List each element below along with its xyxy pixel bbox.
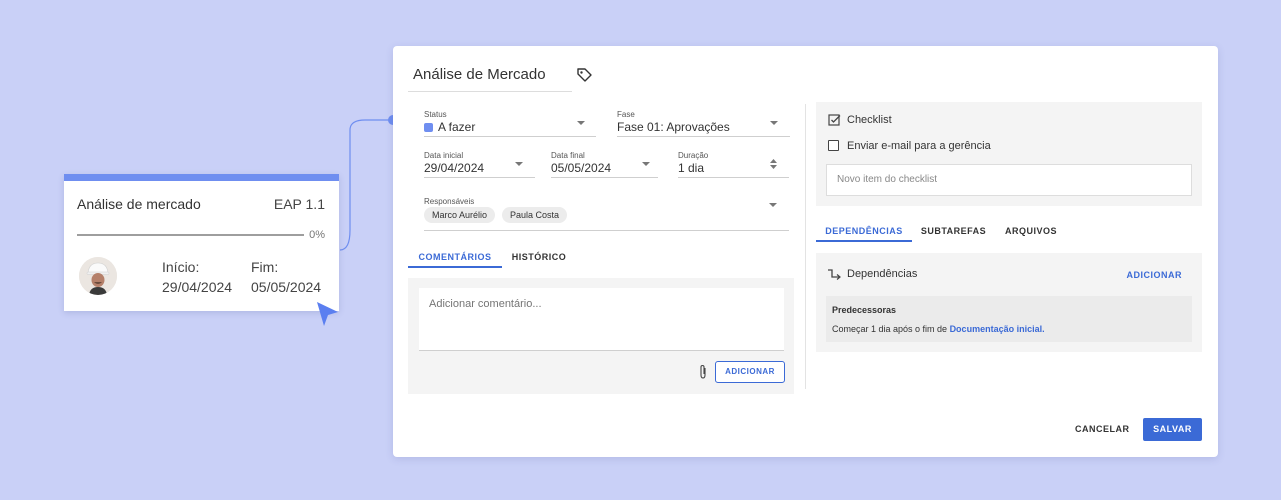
status-label: Status [424, 110, 447, 119]
task-title-field[interactable]: Análise de Mercado [408, 58, 572, 92]
stepper-icon[interactable] [770, 159, 777, 169]
column-divider [805, 104, 806, 389]
cancel-button[interactable]: CANCELAR [1075, 424, 1130, 434]
predecessors-title: Predecessoras [832, 305, 897, 315]
chevron-down-icon [577, 121, 585, 125]
person-chip[interactable]: Paula Costa [502, 207, 568, 223]
end-date-label: Data final [551, 151, 585, 160]
predecessor-text: Começar 1 dia após o fim de Documentação… [832, 324, 1045, 334]
responsibles-label: Responsáveis [424, 197, 475, 206]
dependencies-panel: Dependências ADICIONAR Predecessoras Com… [816, 253, 1202, 352]
progress-percent: 0% [309, 229, 325, 241]
checklist-item-label: Enviar e-mail para a gerência [847, 140, 991, 152]
checklist-panel: Checklist Enviar e-mail para a gerência … [816, 102, 1202, 206]
phase-select[interactable]: Fase Fase 01: Aprovações [617, 110, 790, 137]
paperclip-icon[interactable] [697, 364, 709, 380]
card-title: Análise de mercado [77, 196, 201, 212]
tab-subtasks[interactable]: SUBTAREFAS [917, 226, 990, 242]
task-modal: Análise de Mercado Status A fazer Fase F… [393, 46, 1218, 457]
tab-dependencies[interactable]: DEPENDÊNCIAS [816, 226, 912, 242]
chevron-down-icon [515, 162, 523, 166]
end-date-field[interactable]: Data final 05/05/2024 [551, 151, 658, 178]
worker-avatar-icon [79, 257, 117, 295]
phase-label: Fase [617, 110, 635, 119]
duration-value: 1 dia [678, 161, 705, 175]
comment-input[interactable] [419, 288, 784, 351]
tab-history[interactable]: HISTÓRICO [508, 252, 570, 268]
start-date-label: Data inicial [424, 151, 464, 160]
add-comment-button[interactable]: ADICIONAR [715, 361, 785, 383]
start-date-field[interactable]: Data inicial 29/04/2024 [424, 151, 535, 178]
add-dependency-button[interactable]: ADICIONAR [1127, 270, 1183, 280]
tag-icon[interactable] [576, 67, 592, 83]
tab-files[interactable]: ARQUIVOS [1001, 226, 1061, 242]
chevron-down-icon [642, 162, 650, 166]
comments-panel: ADICIONAR [408, 278, 794, 394]
status-select[interactable]: Status A fazer [424, 110, 596, 137]
checklist-title: Checklist [847, 114, 892, 126]
checklist-checkbox[interactable] [828, 140, 839, 151]
dependencies-title: Dependências [847, 268, 918, 280]
status-color-icon [424, 123, 433, 132]
end-label: Fim: [251, 259, 279, 275]
start-label: Início: [162, 259, 200, 275]
task-card[interactable]: Análise de mercado EAP 1.1 0% Início: 29… [64, 174, 339, 311]
phase-value: Fase 01: Aprovações [617, 120, 730, 134]
cursor-icon [317, 302, 338, 326]
person-chip[interactable]: Marco Aurélio [424, 207, 496, 223]
predecessors-box: Predecessoras Começar 1 dia após o fim d… [826, 296, 1192, 342]
duration-label: Duração [678, 151, 709, 160]
dependency-icon [828, 269, 841, 280]
card-color-bar [64, 174, 339, 181]
chevron-down-icon [770, 121, 778, 125]
start-date-value: 29/04/2024 [424, 161, 485, 175]
avatar [79, 257, 117, 295]
checklist-icon [828, 114, 841, 126]
predecessor-link[interactable]: Documentação inicial. [950, 324, 1045, 334]
tab-comments[interactable]: COMENTÁRIOS [408, 252, 502, 268]
end-date-value: 05/05/2024 [551, 161, 612, 175]
chevron-down-icon [769, 203, 777, 207]
status-value: A fazer [438, 120, 476, 134]
end-date: 05/05/2024 [251, 279, 322, 295]
new-checklist-item-input[interactable]: Novo item do checklist [826, 164, 1192, 196]
progress-bar [77, 234, 304, 236]
card-code: EAP 1.1 [273, 196, 325, 212]
start-date: 29/04/2024 [162, 279, 233, 295]
save-button[interactable]: SALVAR [1143, 418, 1202, 441]
duration-stepper[interactable]: Duração 1 dia [678, 151, 789, 178]
